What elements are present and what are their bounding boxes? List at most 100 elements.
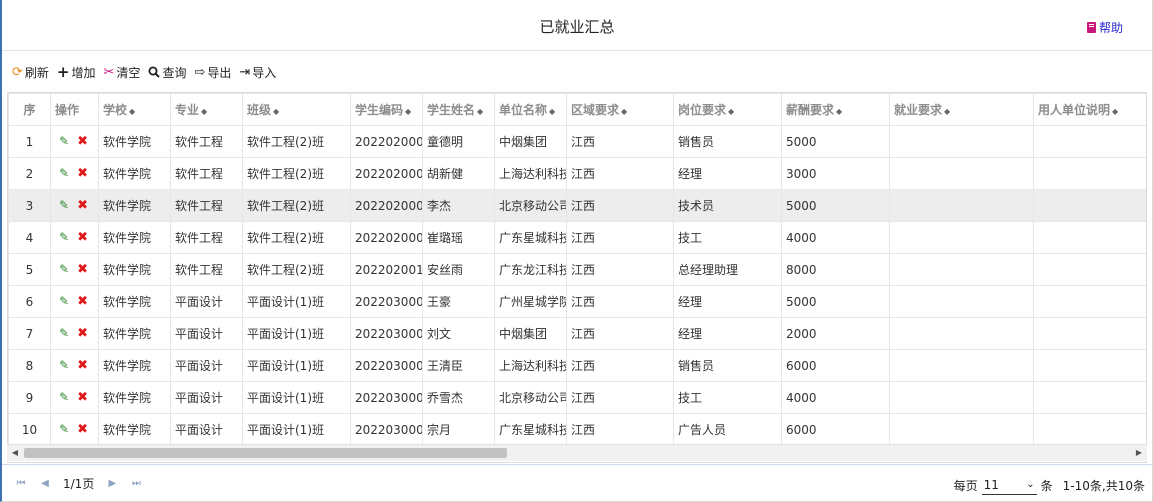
- edit-icon[interactable]: ✎: [59, 422, 69, 436]
- cell-seq: 3: [8, 189, 51, 222]
- cell-ops: ✎ ✖: [50, 189, 99, 222]
- table-row[interactable]: 6✎✖软件学院平面设计平面设计(1)班20220300010王豪广州星城学院江西…: [8, 285, 1146, 318]
- delete-icon[interactable]: ✖: [77, 326, 88, 341]
- cell-ops: ✎ ✖: [50, 157, 99, 190]
- sort-icon: ◆: [129, 107, 136, 116]
- import-icon: ⇥: [239, 64, 251, 80]
- col-header-position[interactable]: 岗位要求 ◆: [673, 93, 782, 126]
- next-page-icon[interactable]: ▶: [100, 478, 124, 489]
- horizontal-scrollbar[interactable]: ◀ ▶: [7, 444, 1147, 461]
- delete-icon[interactable]: ✖: [77, 262, 88, 277]
- table-row[interactable]: 10✎✖软件学院平面设计平面设计(1)班20220300050宗月广东星城科技江…: [8, 413, 1146, 446]
- export-button[interactable]: ⇨ 导出: [194, 64, 231, 81]
- scroll-left-icon[interactable]: ◀: [10, 448, 20, 458]
- col-header-region[interactable]: 区域要求 ◆: [566, 93, 674, 126]
- refresh-button[interactable]: ⟳ 刷新: [12, 64, 49, 81]
- table-row[interactable]: 3✎✖软件学院软件工程软件工程(2)班20220200080李杰北京移动公司江西…: [8, 189, 1146, 222]
- cell-student-name: 刘文: [422, 317, 495, 350]
- cell-company: 广东星城科技: [494, 413, 567, 446]
- delete-icon[interactable]: ✖: [77, 166, 88, 181]
- col-header-seq: 序: [8, 93, 51, 126]
- cell-company: 上海达利科技: [494, 157, 567, 190]
- scrollbar-thumb[interactable]: [24, 448, 507, 458]
- delete-icon[interactable]: ✖: [77, 294, 88, 309]
- cell-employment-req: [889, 285, 1034, 318]
- col-header-student-code[interactable]: 学生编码 ◆: [350, 93, 423, 126]
- cell-region: 江西: [566, 285, 674, 318]
- table-row[interactable]: 9✎✖软件学院平面设计平面设计(1)班20220300040乔雪杰北京移动公司江…: [8, 381, 1146, 414]
- cell-school: 软件学院: [98, 349, 171, 382]
- col-header-employment-req[interactable]: 就业要求 ◆: [889, 93, 1034, 126]
- cell-region: 江西: [566, 157, 674, 190]
- cell-salary: 4000: [781, 221, 890, 254]
- cell-seq: 9: [8, 381, 51, 414]
- cell-position: 经理: [673, 317, 782, 350]
- col-header-class[interactable]: 班级 ◆: [242, 93, 351, 126]
- cell-company: 广州星城学院: [494, 285, 567, 318]
- add-button[interactable]: + 增加: [57, 64, 96, 81]
- cell-company: 上海达利科技: [494, 349, 567, 382]
- delete-icon[interactable]: ✖: [77, 134, 88, 149]
- sort-icon: ◆: [201, 107, 208, 116]
- unit-label: 条: [1040, 478, 1053, 493]
- edit-icon[interactable]: ✎: [59, 166, 69, 180]
- col-header-school[interactable]: 学校 ◆: [98, 93, 171, 126]
- cell-school: 软件学院: [98, 285, 171, 318]
- edit-icon[interactable]: ✎: [59, 262, 69, 276]
- cell-ops: ✎ ✖: [50, 317, 99, 350]
- delete-icon[interactable]: ✖: [77, 230, 88, 245]
- cell-student-code: 20220300010: [350, 285, 423, 318]
- delete-icon[interactable]: ✖: [77, 390, 88, 405]
- edit-icon[interactable]: ✎: [59, 198, 69, 212]
- cell-ops: ✎ ✖: [50, 349, 99, 382]
- cell-student-code: 20220200100: [350, 253, 423, 286]
- cell-student-code: 20220300040: [350, 381, 423, 414]
- edit-icon[interactable]: ✎: [59, 134, 69, 148]
- delete-icon[interactable]: ✖: [77, 422, 88, 437]
- cell-student-name: 崔璐瑶: [422, 221, 495, 254]
- table-row[interactable]: 8✎✖软件学院平面设计平面设计(1)班20220300030王清臣上海达利科技江…: [8, 349, 1146, 382]
- cell-ops: ✎ ✖: [50, 125, 99, 158]
- col-header-student-name[interactable]: 学生姓名 ◆: [422, 93, 495, 126]
- last-page-icon[interactable]: ⏭: [124, 478, 148, 489]
- cell-class: 平面设计(1)班: [242, 349, 351, 382]
- delete-icon[interactable]: ✖: [77, 198, 88, 213]
- edit-icon[interactable]: ✎: [59, 230, 69, 244]
- edit-icon[interactable]: ✎: [59, 390, 69, 404]
- cell-major: 平面设计: [170, 349, 243, 382]
- cell-class: 软件工程(2)班: [242, 125, 351, 158]
- cell-school: 软件学院: [98, 253, 171, 286]
- col-header-major[interactable]: 专业 ◆: [170, 93, 243, 126]
- col-header-salary[interactable]: 薪酬要求 ◆: [781, 93, 890, 126]
- edit-icon[interactable]: ✎: [59, 294, 69, 308]
- cell-student-code: 20220300020: [350, 317, 423, 350]
- first-page-icon[interactable]: ⏮: [9, 478, 33, 489]
- help-button[interactable]: 帮助: [1086, 19, 1123, 36]
- cell-salary: 2000: [781, 317, 890, 350]
- cell-position: 技术员: [673, 189, 782, 222]
- per-page-select[interactable]: 11 ⌄: [981, 475, 1037, 495]
- col-header-company[interactable]: 单位名称 ◆: [494, 93, 567, 126]
- scroll-right-icon[interactable]: ▶: [1134, 448, 1144, 458]
- cell-seq: 6: [8, 285, 51, 318]
- cell-company: 中烟集团: [494, 317, 567, 350]
- edit-icon[interactable]: ✎: [59, 358, 69, 372]
- import-button[interactable]: ⇥ 导入: [239, 64, 276, 81]
- cell-seq: 8: [8, 349, 51, 382]
- table-row[interactable]: 7✎✖软件学院平面设计平面设计(1)班20220300020刘文中烟集团江西经理…: [8, 317, 1146, 350]
- table-row[interactable]: 1✎✖软件学院软件工程软件工程(2)班20220200060童德明中烟集团江西销…: [8, 125, 1146, 158]
- cell-company: 广东龙江科技: [494, 253, 567, 286]
- pager-right: 每页 11 ⌄ 条 1-10条,共10条: [954, 475, 1145, 495]
- clear-button[interactable]: ✂ 清空: [104, 64, 141, 81]
- table-row[interactable]: 2✎✖软件学院软件工程软件工程(2)班20220200070胡新健上海达利科技江…: [8, 157, 1146, 190]
- col-header-employer-note[interactable]: 用人单位说明 ◆: [1033, 93, 1146, 126]
- plus-icon: +: [56, 62, 70, 81]
- table-row[interactable]: 5✎✖软件学院软件工程软件工程(2)班20220200100安丝雨广东龙江科技江…: [8, 253, 1146, 286]
- cell-student-name: 王豪: [422, 285, 495, 318]
- edit-icon[interactable]: ✎: [59, 326, 69, 340]
- table-row[interactable]: 4✎✖软件学院软件工程软件工程(2)班20220200090崔璐瑶广东星城科技江…: [8, 221, 1146, 254]
- delete-icon[interactable]: ✖: [77, 358, 88, 373]
- query-button[interactable]: 查询: [148, 64, 186, 81]
- cell-employment-req: [889, 125, 1034, 158]
- prev-page-icon[interactable]: ◀: [33, 478, 57, 489]
